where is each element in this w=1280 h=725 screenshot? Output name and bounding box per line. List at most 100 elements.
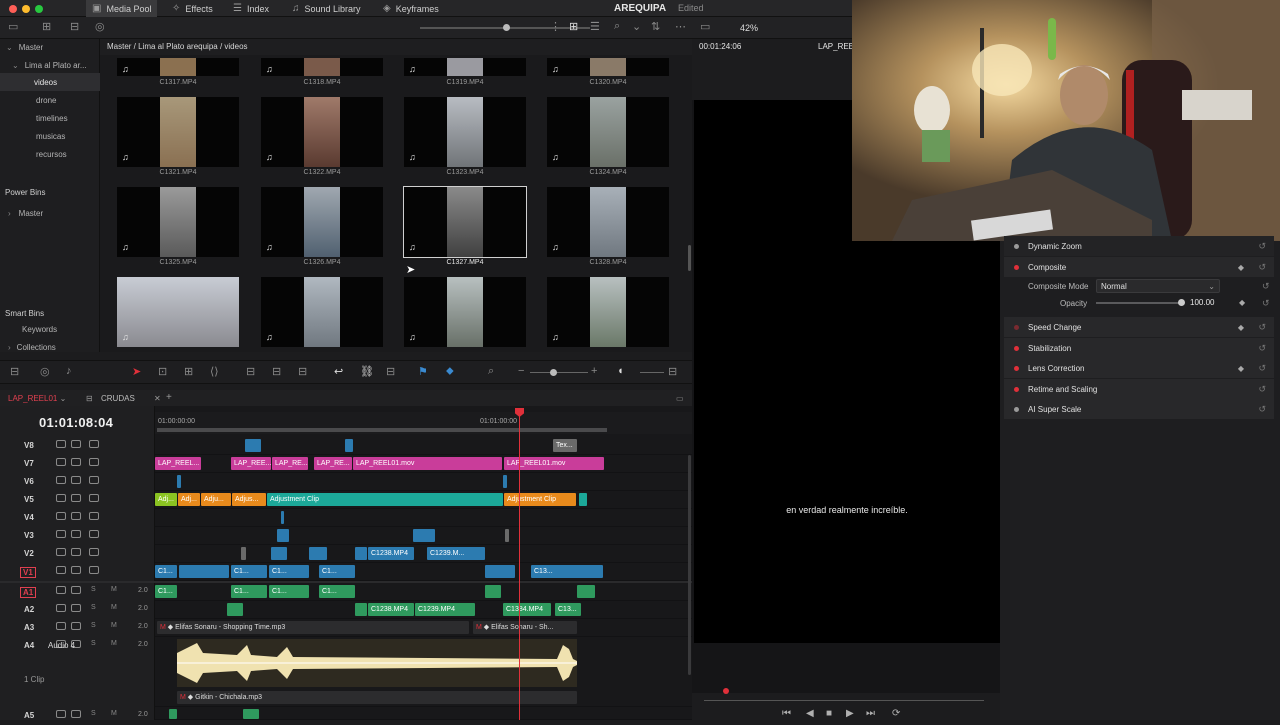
lock-icon[interactable] <box>56 512 66 520</box>
position-lock-icon[interactable]: ⊟ <box>386 365 395 378</box>
sort-order-icon[interactable]: ⇅ <box>651 20 660 33</box>
add-timeline-icon[interactable]: + <box>166 392 172 403</box>
audio-clip[interactable]: M ◆ Gitkin - Chichala.mp3 <box>177 691 577 704</box>
clip-thumbnail[interactable]: ♫ <box>261 58 383 76</box>
panel-toggle-icon[interactable]: ▭ <box>8 20 18 33</box>
auto-select-icon[interactable] <box>89 440 99 448</box>
inspector-section-retime-scaling[interactable]: Retime and Scaling ↺ <box>1004 379 1274 399</box>
sync-icon[interactable]: ◎ <box>95 20 105 33</box>
solo-icon[interactable]: S <box>91 710 101 718</box>
close-icon[interactable]: ✕ <box>154 394 161 403</box>
zoom-level[interactable]: 42% <box>740 23 758 33</box>
inspector-section-stabilization[interactable]: Stabilization ↺ <box>1004 338 1274 358</box>
selection-tool-icon[interactable]: ➤ <box>132 365 141 378</box>
mute-icon[interactable]: M <box>111 640 121 648</box>
mute-icon[interactable]: M <box>111 622 121 630</box>
clip-thumbnail[interactable]: ♫ <box>117 58 239 76</box>
clip-thumbnail[interactable]: ♫ <box>547 97 669 167</box>
skip-back-icon[interactable]: ⏮ <box>782 708 791 719</box>
timeline-zoom-knob[interactable] <box>550 369 557 376</box>
filter-icon[interactable]: ⌄ <box>632 20 641 33</box>
slider-knob[interactable] <box>503 24 510 31</box>
scrubber-bar[interactable] <box>704 700 984 701</box>
enable-icon[interactable] <box>71 440 81 448</box>
opacity-slider[interactable] <box>1096 302 1182 304</box>
opacity-value[interactable]: 100.00 <box>1190 298 1214 307</box>
lock-icon[interactable] <box>56 494 66 502</box>
clip-segment[interactable] <box>505 529 509 542</box>
clip-thumbnail[interactable]: ♫ <box>547 277 669 347</box>
clip-segment[interactable]: C1238.MP4 <box>368 603 414 616</box>
lock-icon[interactable] <box>56 458 66 466</box>
sidebar-item-project[interactable]: ⌄ Lima al Plato ar... <box>0 56 100 74</box>
reset-icon[interactable]: ↺ <box>1262 281 1270 292</box>
zoom-icon[interactable]: ⌕ <box>488 365 494 378</box>
dynamic-trim-icon[interactable]: ⟨⟩ <box>210 365 219 378</box>
insert-clip-icon[interactable]: ⊟ <box>246 365 255 378</box>
auto-select-icon[interactable] <box>89 548 99 556</box>
solo-icon[interactable]: S <box>91 586 101 594</box>
link-icon[interactable] <box>71 710 81 718</box>
inspector-section-dynamic-zoom[interactable]: Dynamic Zoom ↺ <box>1004 236 1274 256</box>
clip-segment[interactable] <box>281 511 284 524</box>
clip-segment[interactable] <box>579 493 587 506</box>
clip-segment[interactable]: Adjustment Clip <box>267 493 503 506</box>
clip-segment[interactable]: C1... <box>231 585 267 598</box>
keyframe-icon[interactable]: ◆ <box>1238 263 1244 272</box>
mixer-icon[interactable]: ◎ <box>40 365 50 378</box>
clip-segment[interactable]: C1... <box>269 565 309 578</box>
reset-icon[interactable]: ↺ <box>1262 298 1270 309</box>
reset-icon[interactable]: ↺ <box>1258 262 1266 273</box>
mute-icon[interactable]: M <box>111 586 121 594</box>
viewer-layout-icon[interactable]: ▭ <box>700 20 710 33</box>
toggle-dot[interactable] <box>1014 264 1019 270</box>
clip-segment[interactable]: C1... <box>319 585 355 598</box>
inspector-section-ai-super-scale[interactable]: AI Super Scale ↺ <box>1004 399 1274 419</box>
zoom-in-icon[interactable]: + <box>591 365 597 377</box>
reset-icon[interactable]: ↺ <box>1258 384 1266 395</box>
clip-segment[interactable]: C1... <box>269 585 309 598</box>
volume-slider[interactable] <box>640 372 664 373</box>
scrubber-playhead[interactable] <box>723 688 729 694</box>
reset-icon[interactable]: ↺ <box>1258 343 1266 354</box>
enable-icon[interactable] <box>71 476 81 484</box>
lock-icon[interactable] <box>56 440 66 448</box>
clip-segment[interactable] <box>485 565 515 578</box>
blade-tool-icon[interactable]: ⊞ <box>184 365 193 378</box>
clip-segment[interactable]: C13... <box>555 603 581 616</box>
keyframe-icon[interactable]: ◆ <box>1239 298 1245 307</box>
overwrite-clip-icon[interactable]: ⊟ <box>272 365 281 378</box>
timeline-list-icon[interactable]: ⊟ <box>86 394 93 403</box>
link-icon[interactable]: ⊞ <box>42 20 51 33</box>
enable-icon[interactable] <box>71 494 81 502</box>
clip-thumbnail[interactable]: ♫ <box>261 97 383 167</box>
clip-segment[interactable]: Adju... <box>201 493 231 506</box>
toggle-dot[interactable] <box>1014 406 1019 412</box>
clip-segment[interactable] <box>245 439 261 452</box>
loop-icon[interactable]: ⟳ <box>892 708 900 719</box>
skip-forward-icon[interactable]: ⏭ <box>866 708 875 719</box>
clip-segment[interactable] <box>227 603 243 616</box>
sidebar-item-recursos[interactable]: recursos <box>0 145 100 163</box>
clip-segment[interactable]: LAP_RE... <box>272 457 308 470</box>
grid-scrollbar[interactable] <box>688 245 691 271</box>
inspector-section-lens-correction[interactable]: Lens Correction ◆ ↺ <box>1004 358 1274 378</box>
enable-icon[interactable] <box>71 512 81 520</box>
keyframe-icon[interactable]: ◆ <box>1238 323 1244 332</box>
clip-thumbnail[interactable]: ♫ <box>547 187 669 257</box>
clip-segment[interactable]: C1... <box>319 565 355 578</box>
enable-icon[interactable] <box>71 566 81 574</box>
fullscreen-icon[interactable]: ⊟ <box>668 365 677 378</box>
mute-icon[interactable]: M <box>111 710 121 718</box>
clip-thumbnail[interactable]: ♫ <box>117 277 239 347</box>
link-icon[interactable] <box>71 586 81 594</box>
layout-icon[interactable]: ⊟ <box>10 365 19 378</box>
clip-segment[interactable]: C1... <box>231 565 267 578</box>
clip-segment[interactable] <box>169 709 177 719</box>
enable-icon[interactable] <box>71 530 81 538</box>
sidebar-item-collections[interactable]: › Collections <box>0 338 100 356</box>
clip-thumbnail-selected[interactable]: ♫ <box>403 186 527 258</box>
clip-segment[interactable] <box>503 475 507 488</box>
flag-icon[interactable]: ⚑ <box>418 365 428 378</box>
auto-select-icon[interactable] <box>89 458 99 466</box>
